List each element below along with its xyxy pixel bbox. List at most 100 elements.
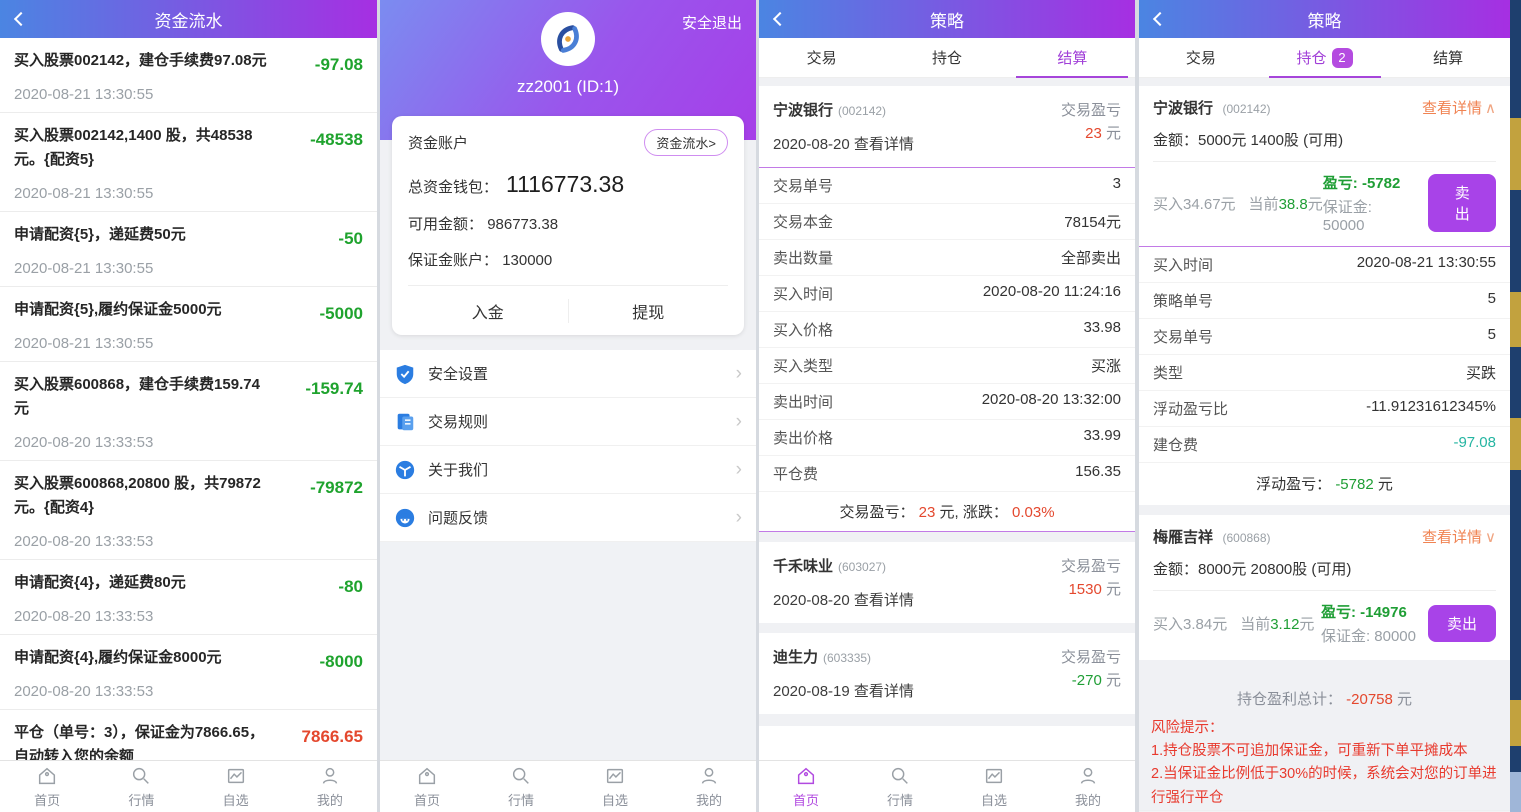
account-screen: 安全退出 zz2001 (ID:1) 资金账户 资金流水> 总资金钱包： 111… <box>380 0 756 812</box>
menu-item-feedback[interactable]: 问题反馈 › <box>380 494 756 542</box>
nav-mine[interactable]: 我的 <box>283 761 377 812</box>
nav-watchlist[interactable]: 自选 <box>568 761 662 812</box>
total-pl-row: 持仓盈利总计： -20758 元 <box>1139 672 1510 717</box>
card-title: 资金账户 <box>408 132 468 153</box>
menu-item-security[interactable]: 安全设置 › <box>380 350 756 398</box>
buy-price: 买入34.67元 <box>1153 193 1236 214</box>
flow-row[interactable]: 申请配资{5},履约保证金5000元2020-08-21 13:30:55-50… <box>0 287 377 362</box>
fund-flow-list[interactable]: 买入股票002142，建仓手续费97.08元2020-08-21 13:30:5… <box>0 38 377 760</box>
flow-time: 2020-08-20 13:33:53 <box>14 608 269 625</box>
back-icon[interactable] <box>14 12 28 26</box>
pl-value: 23 <box>1085 125 1102 142</box>
view-detail-link[interactable]: 查看详情∧ <box>1422 97 1496 118</box>
fund-flow-link[interactable]: 资金流水> <box>644 129 728 156</box>
search-icon <box>130 765 152 787</box>
nav-mine[interactable]: 我的 <box>662 761 756 812</box>
positions-count-badge: 2 <box>1332 48 1353 68</box>
back-icon[interactable] <box>1153 12 1167 26</box>
current-price: 当前38.8元 <box>1249 193 1323 214</box>
settlement-record[interactable]: 迪生力(603335) 2020-08-19 查看详情 交易盈亏 -270 元 <box>759 633 1135 714</box>
pl-label: 交易盈亏 <box>1061 555 1121 578</box>
chevron-up-icon: ∧ <box>1485 100 1496 117</box>
flow-amount: -50 <box>338 229 363 277</box>
table-row: 交易单号5 <box>1139 319 1510 355</box>
table-row: 买入价格33.98 <box>759 312 1135 348</box>
flow-row[interactable]: 买入股票600868，建仓手续费159.74元2020-08-20 13:33:… <box>0 362 377 461</box>
settlement-summary: 交易盈亏： 23 元, 涨跌： 0.03% <box>759 492 1135 532</box>
position-amount: 金额：8000元 20800股 (可用) <box>1153 558 1496 591</box>
stock-name: 宁波银行 <box>773 102 833 119</box>
tab-trade[interactable]: 交易 <box>1139 38 1263 77</box>
bottom-nav: 首页 行情 自选 我的 <box>759 760 1135 812</box>
menu-item-about[interactable]: 关于我们 › <box>380 446 756 494</box>
table-row: 交易本金78154元 <box>759 204 1135 240</box>
flow-row[interactable]: 买入股票002142，建仓手续费97.08元2020-08-21 13:30:5… <box>0 38 377 113</box>
nav-home[interactable]: 首页 <box>0 761 94 812</box>
home-icon <box>36 765 58 787</box>
risk-notice: 风险提示： 1.持仓股票不可追加保证金，可重新下单平摊成本 2.当保证金比例低于… <box>1139 717 1510 810</box>
tab-settlement[interactable]: 结算 <box>1010 38 1135 77</box>
table-row: 建仓费-97.08 <box>1139 427 1510 463</box>
view-detail-link[interactable]: 查看详情 <box>854 683 914 700</box>
user-icon <box>1077 765 1099 787</box>
withdraw-button[interactable]: 提现 <box>569 299 729 323</box>
sell-button[interactable]: 卖出 <box>1428 605 1496 642</box>
back-icon[interactable] <box>773 12 787 26</box>
nav-market[interactable]: 行情 <box>853 761 947 812</box>
page-title: 策略 <box>1308 7 1342 32</box>
sell-button[interactable]: 卖出 <box>1428 174 1496 232</box>
username: zz2001 (ID:1) <box>380 77 756 97</box>
tab-positions[interactable]: 持仓 <box>884 38 1009 77</box>
nav-mine[interactable]: 我的 <box>1041 761 1135 812</box>
flow-row[interactable]: 平仓（单号：3），保证金为7866.65，自动转入您的余额2020-08-20 … <box>0 710 377 760</box>
wallet-value: 1116773.38 <box>506 171 624 198</box>
strategy-tabs: 交易 持仓 结算 <box>759 38 1135 78</box>
settlement-record[interactable]: 宁波银行(002142) 2020-08-20 查看详情 交易盈亏 23 元 <box>759 86 1135 168</box>
tab-trade[interactable]: 交易 <box>759 38 884 77</box>
nav-watchlist[interactable]: 自选 <box>189 761 283 812</box>
strategy-tabs: 交易 持仓 2 结算 <box>1139 38 1510 78</box>
position-pl: 盈亏: -5782 <box>1323 172 1417 193</box>
flow-row[interactable]: 申请配资{4}，递延费80元2020-08-20 13:33:53-80 <box>0 560 377 635</box>
view-detail-link[interactable]: 查看详情∨ <box>1422 526 1496 547</box>
nav-home[interactable]: 首页 <box>759 761 853 812</box>
total-pl-value: -20758 <box>1346 691 1393 708</box>
settlement-record[interactable]: 千禾味业(603027) 2020-08-20 查看详情 交易盈亏 1530 元 <box>759 542 1135 623</box>
flow-row[interactable]: 买入股票600868,20800 股，共79872元。{配资4}2020-08-… <box>0 461 377 560</box>
flow-time: 2020-08-21 13:30:55 <box>14 260 269 277</box>
available-value: 986773.38 <box>487 216 558 233</box>
page-title: 资金流水 <box>155 7 223 32</box>
flow-row[interactable]: 申请配资{4},履约保证金8000元2020-08-20 13:33:53-80… <box>0 635 377 710</box>
nav-market[interactable]: 行情 <box>94 761 188 812</box>
table-row: 卖出价格33.99 <box>759 420 1135 456</box>
deposit-button[interactable]: 入金 <box>408 299 569 323</box>
stock-code: (002142) <box>838 104 886 118</box>
flow-row[interactable]: 申请配资{5}，递延费50元2020-08-21 13:30:55-50 <box>0 212 377 287</box>
table-row: 卖出时间2020-08-20 13:32:00 <box>759 384 1135 420</box>
stock-code: (002142) <box>1222 102 1270 116</box>
table-row: 类型买跌 <box>1139 355 1510 391</box>
position-card: 梅雁吉祥 (600868) 查看详情∨ 金额：8000元 20800股 (可用)… <box>1139 515 1510 660</box>
menu-item-rules[interactable]: 交易规则 › <box>380 398 756 446</box>
bottom-nav: 首页 行情 自选 我的 <box>380 760 756 812</box>
bottom-nav: 首页 行情 自选 我的 <box>0 760 377 812</box>
shield-icon <box>394 363 416 385</box>
flow-row[interactable]: 买入股票002142,1400 股，共48538元。{配资5}2020-08-2… <box>0 113 377 212</box>
flow-time: 2020-08-21 13:30:55 <box>14 86 269 103</box>
flow-desc: 平仓（单号：3），保证金为7866.65，自动转入您的余额 <box>14 721 269 760</box>
nav-market[interactable]: 行情 <box>474 761 568 812</box>
fund-account-card: 资金账户 资金流水> 总资金钱包： 1116773.38 可用金额： 98677… <box>392 116 744 335</box>
view-detail-link[interactable]: 查看详情 <box>854 136 914 153</box>
view-detail-link[interactable]: 查看详情 <box>854 592 914 609</box>
tab-settlement[interactable]: 结算 <box>1386 38 1510 77</box>
tab-positions[interactable]: 持仓 2 <box>1263 38 1387 77</box>
buy-price: 买入3.84元 <box>1153 613 1227 634</box>
nav-home[interactable]: 首页 <box>380 761 474 812</box>
flow-desc: 买入股票002142,1400 股，共48538元。{配资5} <box>14 124 269 172</box>
logout-button[interactable]: 安全退出 <box>682 12 742 33</box>
nav-watchlist[interactable]: 自选 <box>947 761 1041 812</box>
strategy-settlement-screen: 策略 交易 持仓 结算 宁波银行(002142) 2020-08-20 查看详情… <box>759 0 1135 812</box>
pl-label: 交易盈亏 <box>1061 99 1121 122</box>
stock-name: 宁波银行 <box>1153 100 1213 117</box>
current-price: 当前3.12元 <box>1240 613 1314 634</box>
